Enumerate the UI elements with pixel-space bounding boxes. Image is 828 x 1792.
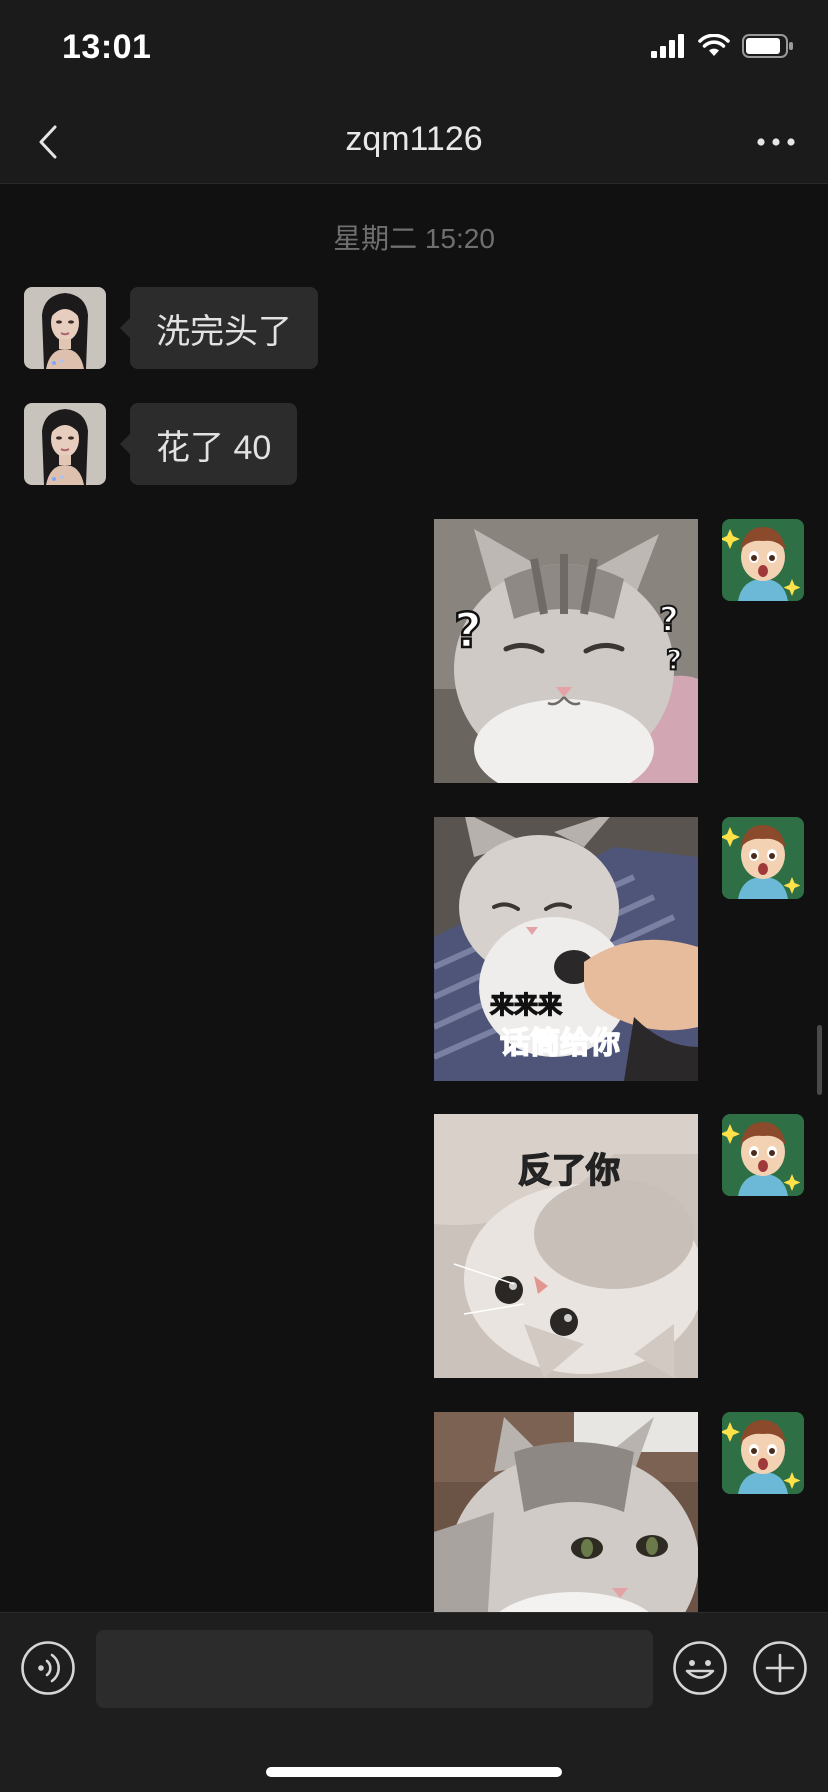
sticker-caption: 来来来 <box>490 991 563 1019</box>
smiley-icon <box>673 1641 727 1695</box>
cellular-signal-icon <box>651 34 684 58</box>
status-icons <box>650 34 794 58</box>
plus-circle-icon <box>753 1641 807 1695</box>
battery-icon <box>742 34 793 58</box>
svg-text:?: ? <box>454 603 482 659</box>
wifi-icon <box>698 34 730 56</box>
status-bar: 13:01 <box>0 0 828 100</box>
sticker-microphone-cat[interactable]: 来来来 话筒给你 <box>434 817 698 1081</box>
input-bar <box>0 1612 828 1792</box>
voice-icon <box>21 1641 75 1695</box>
sticker-upside-down-cat[interactable]: 反了你 <box>434 1114 698 1378</box>
more-button[interactable] <box>748 118 804 166</box>
contact-avatar[interactable] <box>24 287 106 369</box>
sticker-staring-cat[interactable] <box>434 1412 698 1612</box>
emoji-button[interactable] <box>671 1639 729 1697</box>
message-list[interactable]: 星期二 15:20 洗完头了 花了 40 ? ? ? 来来来 话筒给你 反了你 <box>0 185 828 1612</box>
status-time: 13:01 <box>62 28 152 66</box>
scrollbar-thumb[interactable] <box>817 1025 822 1095</box>
received-message-bubble[interactable]: 花了 40 <box>119 403 298 485</box>
my-avatar[interactable] <box>722 1412 804 1494</box>
my-avatar[interactable] <box>722 1114 804 1196</box>
svg-text:?: ? <box>659 600 679 640</box>
message-timestamp: 星期二 15:20 <box>333 223 495 254</box>
svg-text:?: ? <box>666 643 682 676</box>
sticker-caption: 反了你 <box>518 1151 620 1191</box>
more-functions-button[interactable] <box>751 1639 809 1697</box>
my-avatar[interactable] <box>722 519 804 601</box>
message-input[interactable] <box>96 1630 653 1708</box>
sticker-caption: 话筒给你 <box>500 1026 620 1061</box>
chat-title: zqm1126 <box>345 120 483 158</box>
my-avatar[interactable] <box>722 817 804 899</box>
received-message-bubble[interactable]: 洗完头了 <box>120 287 318 369</box>
sticker-confused-cat[interactable]: ? ? ? <box>434 519 698 783</box>
ellipsis-icon <box>757 138 795 146</box>
voice-button[interactable] <box>19 1639 77 1697</box>
contact-avatar[interactable] <box>24 403 106 485</box>
home-indicator[interactable] <box>266 1767 562 1777</box>
chat-header: zqm1126 <box>0 100 828 184</box>
